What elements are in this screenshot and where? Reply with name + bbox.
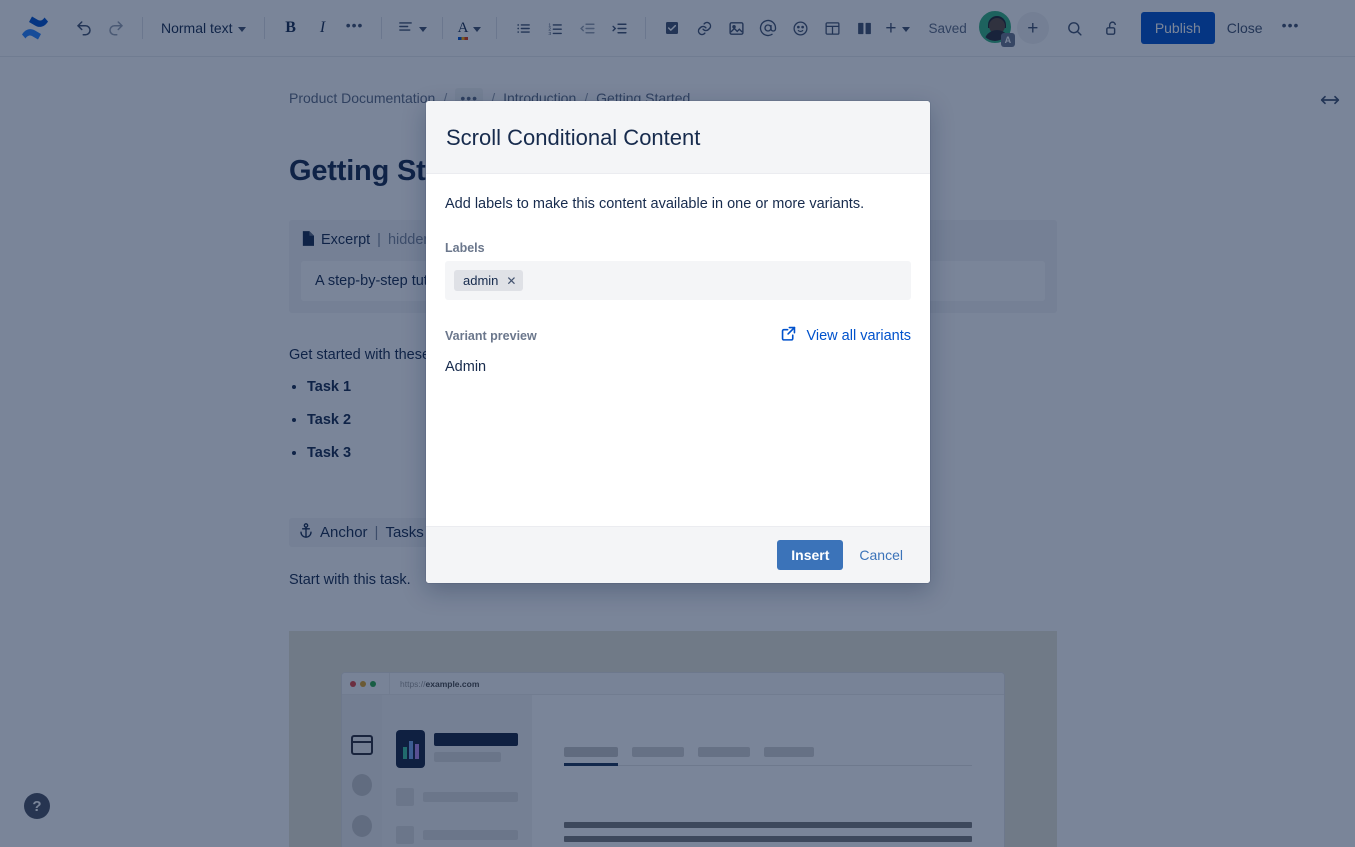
dialog-footer: Insert Cancel: [426, 526, 930, 583]
dialog-body: Add labels to make this content availabl…: [426, 174, 930, 526]
variant-value: Admin: [445, 359, 487, 375]
external-link-icon: [780, 325, 797, 346]
view-all-variants-link[interactable]: View all variants: [780, 325, 911, 346]
cancel-button[interactable]: Cancel: [851, 540, 911, 570]
variant-preview-row: Variant preview View all variants: [445, 325, 911, 346]
label-chip-text: admin: [463, 273, 499, 288]
view-all-variants-label: View all variants: [806, 327, 911, 344]
dialog-description: Add labels to make this content availabl…: [445, 196, 865, 212]
labels-field-label: Labels: [445, 241, 485, 255]
scroll-conditional-content-dialog: Scroll Conditional Content Add labels to…: [426, 101, 930, 583]
label-chip[interactable]: admin ✕: [454, 270, 524, 291]
dialog-header: Scroll Conditional Content: [426, 101, 930, 174]
variant-preview-label: Variant preview: [445, 328, 537, 343]
close-x-icon[interactable]: ✕: [506, 275, 516, 287]
dialog-title: Scroll Conditional Content: [446, 125, 701, 150]
labels-input[interactable]: admin ✕: [445, 261, 911, 300]
insert-button[interactable]: Insert: [777, 540, 844, 570]
editor-window: Normal text B I ••• A: [0, 0, 1355, 847]
